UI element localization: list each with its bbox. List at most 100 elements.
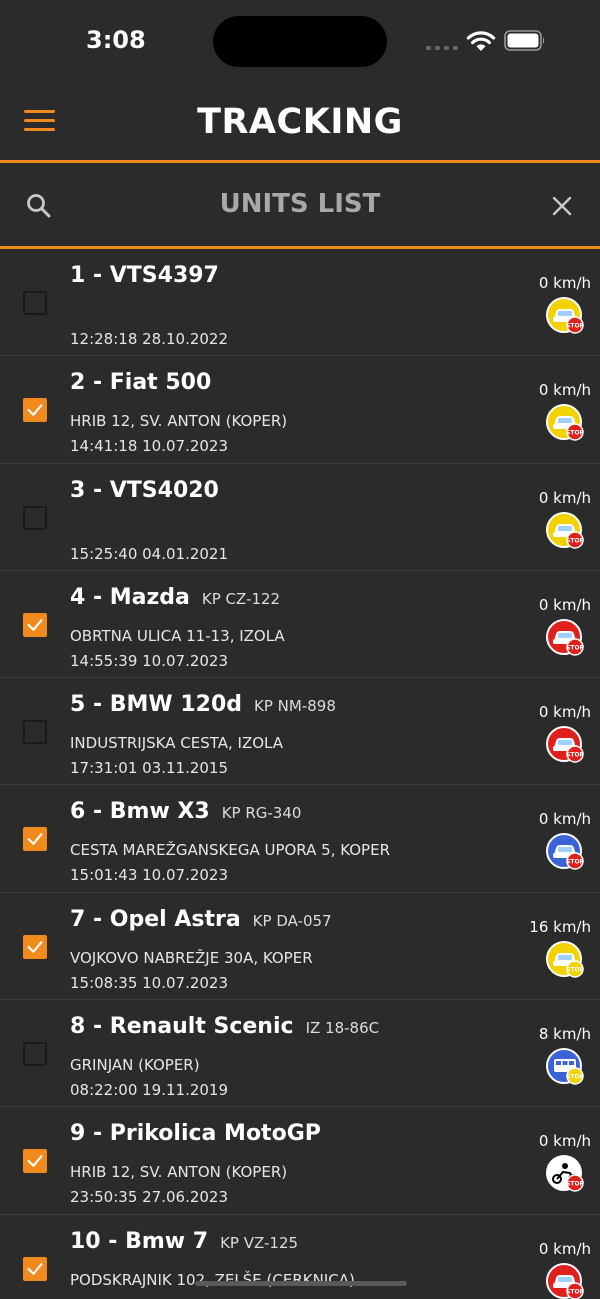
car-stopped-icon: STOP [546, 726, 585, 764]
svg-text:STOP: STOP [566, 644, 584, 651]
list-item[interactable]: 3 - VTS4020 15:25:40 04.01.2021 0 km/h STOP [0, 464, 600, 571]
page-title: TRACKING [197, 102, 403, 142]
unit-timestamp: 08:22:00 19.11.2019 [70, 1081, 229, 1100]
svg-text:STOP: STOP [566, 966, 584, 973]
svg-text:STOP: STOP [566, 430, 584, 437]
svg-text:STOP: STOP [566, 859, 584, 866]
svg-text:STOP: STOP [566, 323, 584, 330]
unit-speed: 0 km/h [538, 381, 591, 400]
list-item[interactable]: 4 - Mazda KP CZ-122 OBRTNA ULICA 11-13, IZ… [0, 571, 600, 679]
unit-checkbox[interactable] [23, 720, 47, 745]
unit-timestamp: 15:08:35 10.07.2023 [70, 973, 229, 992]
checkmark-icon [27, 940, 43, 953]
list-item[interactable]: 5 - BMW 120d KP NM-898 INDUSTRIJSKA CESTA,… [0, 678, 600, 786]
svg-text:STOP: STOP [566, 1074, 584, 1081]
unit-timestamp: 14:41:18 10.07.2023 [70, 437, 229, 456]
app-header: TRACKING [0, 80, 600, 160]
unit-title: 7 - Opel Astra KP DA-057 [70, 907, 332, 932]
unit-plate: KP CZ-122 [201, 589, 281, 608]
unit-name: 6 - Bmw X3 [70, 799, 210, 825]
unit-plate: KP NM-898 [254, 697, 336, 716]
unit-checkbox[interactable] [23, 1256, 47, 1281]
car-stopped-icon: STOP [546, 833, 585, 871]
checkmark-icon [27, 1155, 43, 1168]
list-item[interactable]: 1 - VTS4397 12:28:18 28.10.2022 0 km/h STOP [0, 249, 600, 357]
car-moving-icon: STOP [546, 940, 585, 979]
list-item[interactable]: 7 - Opel Astra KP DA-057 VOJKOVO NABREŽJE … [0, 893, 600, 1001]
car-stopped-icon: STOP [546, 297, 585, 335]
close-icon[interactable] [550, 194, 574, 218]
unit-checkbox[interactable] [23, 1149, 47, 1174]
car-stopped-icon: STOP [546, 618, 585, 657]
unit-speed: 0 km/h [538, 810, 591, 829]
unit-speed: 0 km/h [538, 703, 591, 722]
unit-name: 7 - Opel Astra [70, 906, 241, 932]
unit-checkbox[interactable] [23, 934, 47, 959]
unit-name: 1 - VTS4397 [70, 263, 219, 288]
unit-speed: 16 km/h [529, 917, 591, 936]
unit-name: 2 - Fiat 500 [70, 370, 212, 396]
unit-name: 3 - VTS4020 [70, 477, 219, 503]
unit-checkbox[interactable] [23, 505, 47, 530]
unit-address: GRINJAN (KOPER) [70, 1056, 200, 1075]
battery-icon [504, 30, 545, 51]
checkmark-icon [27, 404, 43, 417]
unit-speed: 8 km/h [538, 1025, 591, 1044]
checkmark-icon [27, 833, 43, 846]
unit-title: 2 - Fiat 500 [70, 370, 211, 395]
unit-title: 6 - Bmw X3 KP RG-340 [70, 799, 301, 824]
list-item[interactable]: 9 - Prikolica MotoGP HRIB 12, SV. ANTON (… [0, 1107, 600, 1215]
unit-timestamp: 12:28:18 28.10.2022 [70, 330, 229, 348]
home-indicator [195, 1281, 407, 1286]
list-item[interactable]: 2 - Fiat 500 HRIB 12, SV. ANTON (KOPER) 14… [0, 356, 600, 464]
unit-plate: KP DA-057 [252, 911, 332, 930]
status-time: 3:08 [86, 26, 146, 54]
units-list-title: UNITS LIST [219, 189, 381, 219]
unit-speed: 0 km/h [538, 1132, 591, 1151]
checkmark-icon [27, 1262, 43, 1275]
unit-title: 10 - Bmw 7 KP VZ-125 [70, 1229, 298, 1254]
list-item[interactable]: 6 - Bmw X3 KP RG-340 CESTA MAREŽGANSKEGA U… [0, 785, 600, 893]
unit-timestamp: 15:01:43 10.07.2023 [70, 866, 229, 885]
motorbike-stopped-icon: STOP [546, 1155, 585, 1193]
unit-address: HRIB 12, SV. ANTON (KOPER) [70, 412, 288, 431]
svg-text:STOP: STOP [566, 537, 584, 544]
svg-text:STOP: STOP [566, 752, 584, 759]
unit-plate: KP RG-340 [221, 804, 302, 823]
unit-speed: 0 km/h [538, 595, 591, 614]
units-list-header: UNITS LIST [0, 163, 600, 246]
unit-checkbox[interactable] [23, 612, 47, 637]
unit-checkbox[interactable] [23, 398, 47, 423]
svg-text:STOP: STOP [566, 1181, 584, 1188]
status-bar: 3:08 [0, 0, 600, 80]
car-stopped-icon: STOP [546, 1262, 585, 1299]
unit-checkbox[interactable] [23, 291, 47, 315]
unit-name: 5 - BMW 120d [70, 692, 243, 718]
unit-name: 8 - Renault Scenic [70, 1014, 294, 1040]
list-item[interactable]: 10 - Bmw 7 KP VZ-125 PODSKRAJNIK 102, ZELŠ… [0, 1215, 600, 1299]
unit-address: OBRTNA ULICA 11-13, IZOLA [70, 626, 285, 645]
unit-address: HRIB 12, SV. ANTON (KOPER) [70, 1163, 288, 1182]
unit-timestamp: 17:31:01 03.11.2015 [70, 759, 229, 778]
unit-title: 5 - BMW 120d KP NM-898 [70, 692, 336, 717]
unit-plate: IZ 18-86C [305, 1019, 380, 1038]
unit-checkbox[interactable] [23, 1042, 47, 1067]
unit-speed: 0 km/h [538, 488, 591, 507]
unit-speed: 0 km/h [538, 1239, 591, 1258]
cellular-signal-icon [426, 44, 458, 50]
unit-title: 8 - Renault Scenic IZ 18-86C [70, 1014, 379, 1039]
unit-timestamp: 14:55:39 10.07.2023 [70, 651, 229, 670]
list-item[interactable]: 8 - Renault Scenic IZ 18-86C GRINJAN (KOPE… [0, 1000, 600, 1108]
unit-title: 1 - VTS4397 [70, 263, 219, 288]
unit-title: 3 - VTS4020 [70, 478, 219, 503]
car-stopped-icon: STOP [546, 511, 585, 550]
bus-moving-icon: STOP [546, 1048, 585, 1086]
unit-timestamp: 15:25:40 04.01.2021 [70, 544, 229, 563]
svg-text:STOP: STOP [566, 1288, 584, 1295]
unit-checkbox[interactable] [23, 827, 47, 852]
unit-speed: 0 km/h [538, 274, 591, 292]
unit-title: 4 - Mazda KP CZ-122 [70, 585, 280, 610]
wifi-icon [466, 31, 496, 51]
checkmark-icon [27, 619, 43, 631]
car-stopped-icon: STOP [546, 404, 585, 442]
